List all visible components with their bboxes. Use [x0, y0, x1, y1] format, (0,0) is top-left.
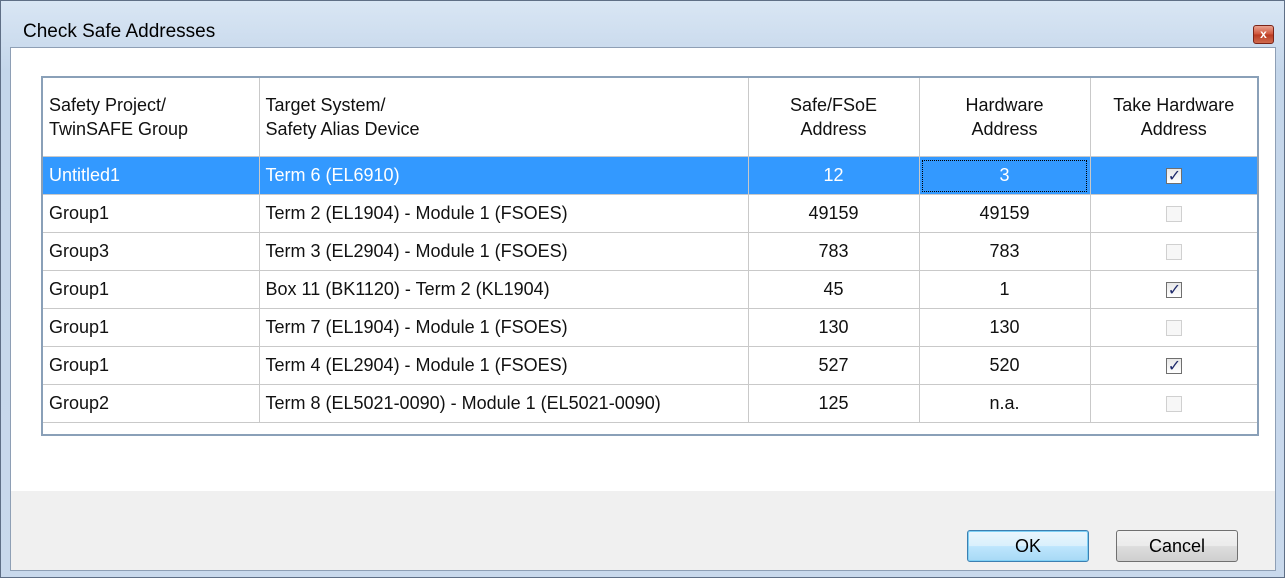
table-row[interactable]: Untitled1 Term 6 (EL6910) 12 3: [43, 156, 1257, 195]
safe-address-cell[interactable]: 125: [747, 384, 920, 423]
take-hardware-cell: [1089, 232, 1257, 271]
hardware-address-cell[interactable]: 1: [918, 270, 1091, 309]
safe-address-cell[interactable]: 130: [747, 308, 920, 347]
take-hardware-checkbox[interactable]: [1165, 280, 1182, 299]
cancel-button[interactable]: Cancel: [1116, 530, 1238, 562]
safe-address-cell[interactable]: 12: [747, 156, 920, 195]
column-header-safe-address[interactable]: Safe/FSoE Address: [747, 78, 920, 157]
column-header-group[interactable]: Safety Project/TwinSAFE Group: [43, 78, 260, 157]
hardware-address-cell[interactable]: n.a.: [918, 384, 1091, 423]
take-hardware-checkbox: [1165, 396, 1182, 413]
column-header-target[interactable]: Target System/Safety Alias Device: [258, 78, 749, 157]
target-cell[interactable]: Box 11 (BK1120) - Term 2 (KL1904): [258, 270, 749, 309]
group-cell[interactable]: Group1: [43, 194, 260, 233]
column-header-hardware-address[interactable]: Hardware Address: [918, 78, 1091, 157]
hardware-address-cell[interactable]: 3: [918, 156, 1091, 195]
target-cell[interactable]: Term 8 (EL5021-0090) - Module 1 (EL5021-…: [258, 384, 749, 423]
table-row[interactable]: Group2 Term 8 (EL5021-0090) - Module 1 (…: [43, 384, 1257, 423]
column-header-label: Hardware: [965, 95, 1044, 115]
group-cell[interactable]: Group3: [43, 232, 260, 271]
dialog-body: Safety Project/TwinSAFE Group Target Sys…: [10, 47, 1276, 571]
take-hardware-cell: [1089, 384, 1257, 423]
take-hardware-checkbox[interactable]: [1165, 166, 1182, 185]
title-bar[interactable]: Check Safe Addresses x: [1, 1, 1284, 47]
safe-address-cell[interactable]: 783: [747, 232, 920, 271]
column-header-label: Target System/: [265, 95, 386, 115]
safe-address-cell[interactable]: 45: [747, 270, 920, 309]
group-cell[interactable]: Untitled1: [43, 156, 260, 195]
take-hardware-cell: [1089, 156, 1257, 195]
safe-address-cell[interactable]: 49159: [747, 194, 920, 233]
button-bar: OK Cancel: [11, 491, 1275, 570]
group-cell[interactable]: Group1: [43, 270, 260, 309]
table-row[interactable]: Group1 Term 7 (EL1904) - Module 1 (FSOES…: [43, 308, 1257, 347]
column-header-label: Safety Project/: [49, 95, 167, 115]
target-cell[interactable]: Term 2 (EL1904) - Module 1 (FSOES): [258, 194, 749, 233]
table-row[interactable]: Group3 Term 3 (EL2904) - Module 1 (FSOES…: [43, 232, 1257, 271]
group-cell[interactable]: Group1: [43, 308, 260, 347]
ok-button[interactable]: OK: [967, 530, 1089, 562]
hardware-address-cell[interactable]: 783: [918, 232, 1091, 271]
addresses-table: Safety Project/TwinSAFE Group Target Sys…: [43, 78, 1257, 423]
take-hardware-checkbox: [1165, 206, 1182, 223]
table-row[interactable]: Group1 Box 11 (BK1120) - Term 2 (KL1904)…: [43, 270, 1257, 309]
close-icon: x: [1260, 27, 1267, 41]
take-hardware-cell: [1089, 308, 1257, 347]
table-row[interactable]: Group1 Term 4 (EL2904) - Module 1 (FSOES…: [43, 346, 1257, 385]
column-header-label: TwinSAFE Group: [49, 119, 189, 139]
take-hardware-cell: [1089, 270, 1257, 309]
column-header-label: Address: [971, 119, 1038, 139]
take-hardware-cell: [1089, 346, 1257, 385]
addresses-grid: Safety Project/TwinSAFE Group Target Sys…: [41, 76, 1259, 436]
column-header-label: Safe/FSoE: [789, 95, 878, 115]
column-header-take-hardware[interactable]: Take Hardware Address: [1089, 78, 1257, 157]
close-button[interactable]: x: [1253, 25, 1274, 44]
hardware-address-cell[interactable]: 520: [918, 346, 1091, 385]
target-cell[interactable]: Term 6 (EL6910): [258, 156, 749, 195]
column-header-label: Take Hardware: [1113, 95, 1235, 115]
hardware-address-cell[interactable]: 49159: [918, 194, 1091, 233]
take-hardware-checkbox[interactable]: [1165, 356, 1182, 375]
take-hardware-checkbox: [1165, 244, 1182, 261]
safe-address-cell[interactable]: 527: [747, 346, 920, 385]
target-cell[interactable]: Term 4 (EL2904) - Module 1 (FSOES): [258, 346, 749, 385]
group-cell[interactable]: Group1: [43, 346, 260, 385]
target-cell[interactable]: Term 3 (EL2904) - Module 1 (FSOES): [258, 232, 749, 271]
target-cell[interactable]: Term 7 (EL1904) - Module 1 (FSOES): [258, 308, 749, 347]
column-header-label: Address: [1140, 119, 1207, 139]
column-header-label: Address: [800, 119, 867, 139]
table-header-row: Safety Project/TwinSAFE Group Target Sys…: [43, 78, 1257, 157]
take-hardware-checkbox: [1165, 320, 1182, 337]
dialog-window: Check Safe Addresses x Safety Project/Tw…: [0, 0, 1285, 578]
hardware-address-cell[interactable]: 130: [918, 308, 1091, 347]
table-row[interactable]: Group1 Term 2 (EL1904) - Module 1 (FSOES…: [43, 194, 1257, 233]
group-cell[interactable]: Group2: [43, 384, 260, 423]
take-hardware-cell: [1089, 194, 1257, 233]
dialog-title: Check Safe Addresses: [23, 21, 216, 42]
column-header-label: Safety Alias Device: [265, 119, 420, 139]
